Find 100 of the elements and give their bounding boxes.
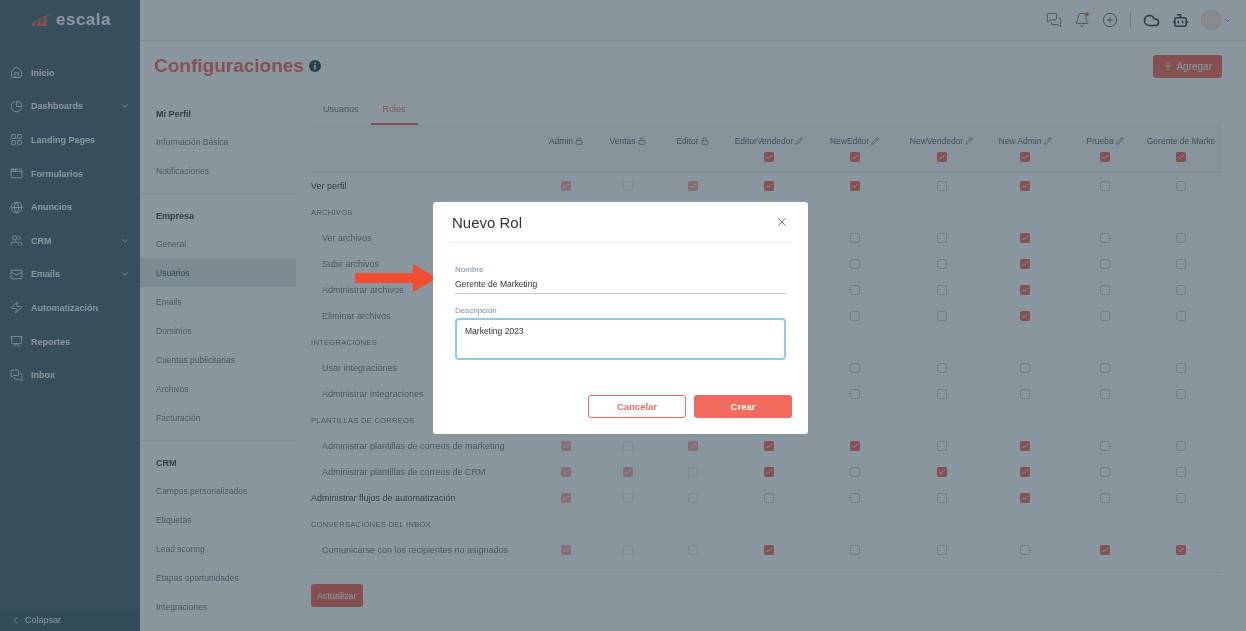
nav-item[interactable]: Archivos bbox=[140, 374, 296, 403]
checkbox[interactable] bbox=[936, 545, 947, 555]
checkbox[interactable] bbox=[687, 181, 698, 191]
checkbox[interactable] bbox=[936, 493, 947, 503]
checkbox[interactable] bbox=[849, 363, 860, 373]
checkbox[interactable] bbox=[1020, 152, 1030, 162]
checkbox[interactable] bbox=[936, 311, 947, 321]
nav-item[interactable]: General bbox=[140, 229, 296, 258]
checkbox[interactable] bbox=[764, 152, 774, 162]
checkbox[interactable] bbox=[1020, 181, 1030, 191]
checkbox[interactable] bbox=[1100, 152, 1110, 162]
nav-item[interactable]: Usuarios bbox=[140, 258, 296, 287]
checkbox[interactable] bbox=[1020, 363, 1030, 373]
checkbox[interactable] bbox=[1020, 441, 1030, 451]
avatar[interactable] bbox=[1201, 10, 1221, 30]
nav-item[interactable]: Emails bbox=[140, 287, 296, 316]
sidebar-item[interactable]: Anuncios bbox=[0, 190, 140, 224]
checkbox[interactable] bbox=[1176, 259, 1186, 269]
checkbox[interactable] bbox=[1176, 285, 1186, 295]
update-button[interactable]: Actualizar bbox=[311, 584, 363, 607]
close-icon[interactable] bbox=[775, 215, 789, 229]
checkbox[interactable] bbox=[1020, 311, 1030, 321]
checkbox[interactable] bbox=[849, 389, 860, 399]
checkbox[interactable] bbox=[1020, 285, 1030, 295]
checkbox[interactable] bbox=[1176, 441, 1186, 451]
checkbox[interactable] bbox=[1020, 233, 1030, 243]
checkbox[interactable] bbox=[849, 441, 860, 451]
checkbox[interactable] bbox=[849, 181, 860, 191]
collapse-button[interactable]: Colapsar bbox=[0, 609, 140, 631]
checkbox[interactable] bbox=[936, 389, 947, 399]
pencil-icon[interactable] bbox=[871, 137, 880, 145]
checkbox[interactable] bbox=[1100, 363, 1110, 373]
checkbox[interactable] bbox=[1100, 467, 1110, 477]
checkbox[interactable] bbox=[849, 259, 860, 269]
bell-icon[interactable] bbox=[1074, 12, 1090, 28]
checkbox[interactable] bbox=[561, 545, 571, 555]
checkbox[interactable] bbox=[1100, 389, 1110, 399]
checkbox[interactable] bbox=[936, 152, 947, 162]
checkbox[interactable] bbox=[561, 441, 571, 451]
sidebar-item[interactable]: Reportes bbox=[0, 324, 140, 359]
checkbox[interactable] bbox=[622, 467, 633, 477]
sidebar-item[interactable]: Automatización bbox=[0, 291, 140, 325]
checkbox[interactable] bbox=[936, 285, 947, 295]
checkbox[interactable] bbox=[936, 441, 947, 451]
nav-item[interactable]: Dominios bbox=[140, 316, 296, 345]
checkbox[interactable] bbox=[1176, 493, 1186, 503]
checkbox[interactable] bbox=[764, 545, 774, 555]
checkbox[interactable] bbox=[1176, 363, 1186, 373]
checkbox[interactable] bbox=[936, 233, 947, 243]
nav-item[interactable]: Facturación bbox=[140, 403, 296, 432]
plus-circle-icon[interactable] bbox=[1102, 12, 1118, 28]
nav-item[interactable]: Lead scoring bbox=[140, 534, 296, 563]
checkbox[interactable] bbox=[561, 493, 571, 503]
checkbox[interactable] bbox=[849, 545, 860, 555]
checkbox[interactable] bbox=[1176, 181, 1186, 191]
checkbox[interactable] bbox=[936, 181, 947, 191]
checkbox[interactable] bbox=[1100, 181, 1110, 191]
sidebar-item[interactable]: Inicio bbox=[0, 56, 140, 90]
checkbox[interactable] bbox=[1176, 545, 1186, 555]
nav-item[interactable]: Cuentas publicitarias bbox=[140, 345, 296, 374]
checkbox[interactable] bbox=[561, 467, 571, 477]
nav-item[interactable]: Integraciones bbox=[140, 592, 296, 621]
nav-item[interactable]: Etapas oportunidades bbox=[140, 563, 296, 592]
chat-icon[interactable] bbox=[1046, 12, 1062, 28]
checkbox[interactable] bbox=[1100, 441, 1110, 451]
checkbox[interactable] bbox=[1100, 545, 1110, 555]
sidebar-item[interactable]: CRM bbox=[0, 223, 140, 258]
nav-item[interactable]: Notificaciones bbox=[140, 156, 296, 185]
checkbox[interactable] bbox=[764, 493, 774, 503]
nav-item[interactable]: Campos personalizados bbox=[140, 476, 296, 505]
checkbox[interactable] bbox=[687, 441, 698, 451]
pencil-icon[interactable] bbox=[795, 137, 804, 145]
checkbox[interactable] bbox=[1020, 467, 1030, 477]
checkbox[interactable] bbox=[1100, 259, 1110, 269]
pencil-icon[interactable] bbox=[965, 137, 974, 145]
robot-icon[interactable] bbox=[1172, 11, 1189, 29]
checkbox[interactable] bbox=[936, 363, 947, 373]
checkbox[interactable] bbox=[1020, 545, 1030, 555]
pencil-icon[interactable] bbox=[1115, 137, 1124, 145]
checkbox[interactable] bbox=[1020, 493, 1030, 503]
checkbox[interactable] bbox=[764, 181, 774, 191]
pencil-icon[interactable] bbox=[1043, 137, 1052, 145]
checkbox[interactable] bbox=[764, 441, 774, 451]
cancel-button[interactable]: Cancelar bbox=[588, 395, 686, 418]
checkbox[interactable] bbox=[1176, 233, 1186, 243]
checkbox[interactable] bbox=[1020, 389, 1030, 399]
checkbox[interactable] bbox=[849, 233, 860, 243]
sidebar-item[interactable]: Inbox bbox=[0, 358, 140, 392]
name-field[interactable]: Gerente de Marketing bbox=[455, 277, 786, 294]
checkbox[interactable] bbox=[1100, 233, 1110, 243]
sidebar-item[interactable]: Emails bbox=[0, 257, 140, 292]
checkbox[interactable] bbox=[1020, 259, 1030, 269]
checkbox[interactable] bbox=[849, 311, 860, 321]
checkbox[interactable] bbox=[1176, 389, 1186, 399]
checkbox[interactable] bbox=[1176, 152, 1186, 162]
checkbox[interactable] bbox=[1100, 285, 1110, 295]
checkbox[interactable] bbox=[849, 493, 860, 503]
sidebar-item[interactable]: Formularios bbox=[0, 156, 140, 191]
description-field[interactable]: Marketing 2023 bbox=[455, 318, 786, 360]
checkbox[interactable] bbox=[849, 285, 860, 295]
